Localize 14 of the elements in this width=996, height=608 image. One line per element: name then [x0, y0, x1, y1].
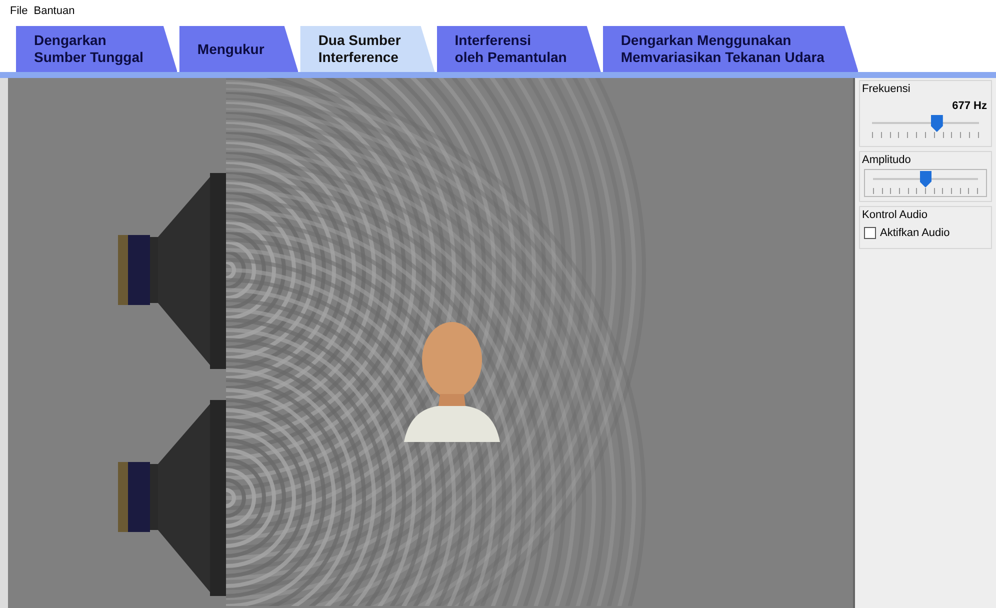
tab[interactable]: Interferensi oleh Pemantulan: [436, 26, 601, 72]
audio-control-title: Kontrol Audio: [861, 208, 928, 222]
amplitude-title: Amplitudo: [861, 153, 912, 168]
menu-item[interactable]: Bantuan: [34, 2, 75, 20]
checkbox[interactable]: [864, 227, 876, 240]
tab[interactable]: Mengukur: [179, 26, 298, 72]
menu-item[interactable]: File: [10, 2, 28, 20]
frequency-reading: 677 Hz: [951, 98, 988, 114]
tab[interactable]: Dengarkan Menggunakan Memvariasikan Tekanan Udara: [602, 26, 858, 72]
slider[interactable]: [864, 168, 987, 196]
tab[interactable]: Dengarkan Sumber Tunggal: [16, 26, 178, 72]
checkbox-label[interactable]: Aktifkan Audio: [880, 225, 950, 242]
frequency-title: Frekuensi: [861, 82, 912, 97]
tab[interactable]: Dua Sumber Interference: [300, 26, 435, 72]
